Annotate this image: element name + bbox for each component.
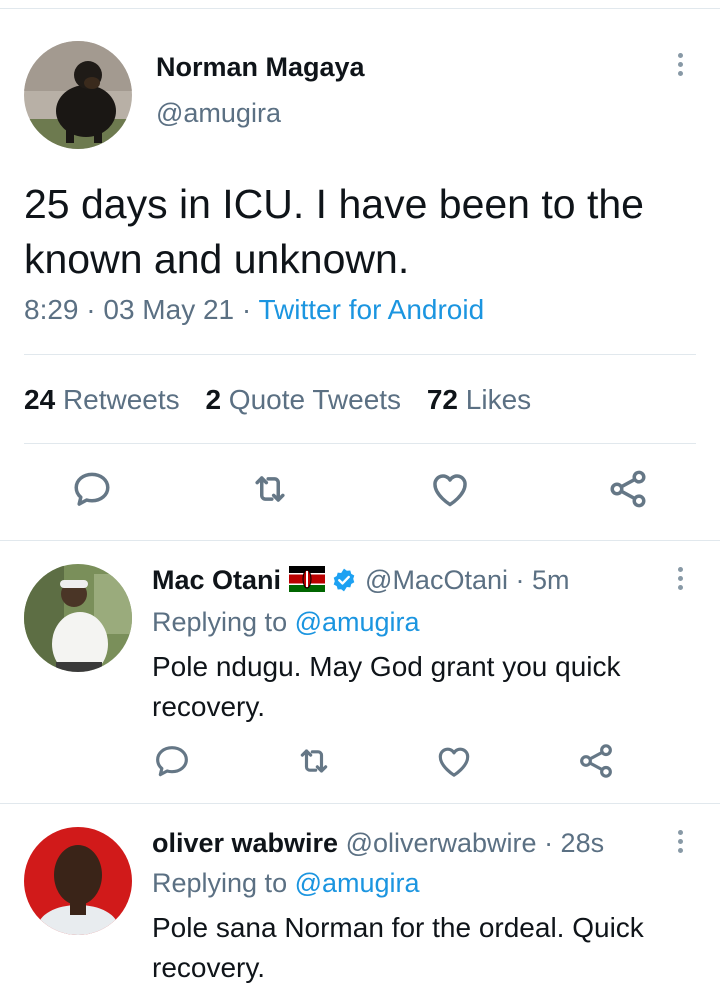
tweet-stats: 24 Retweets 2 Quote Tweets 72 Likes (24, 383, 549, 417)
reply-tweet[interactable]: oliver wabwire @oliverwabwire · 28s Repl… (0, 804, 720, 1008)
author-handle[interactable]: @amugira (156, 97, 281, 129)
quotes-count: 2 (205, 384, 222, 415)
reply-author-handle[interactable]: @MacOtani (365, 565, 508, 595)
reply-header: Mac Otani @MacOtani · 5m (152, 563, 570, 597)
retweets-stat[interactable]: 24 Retweets (24, 384, 180, 415)
main-tweet: Norman Magaya @amugira 25 days in ICU. I… (0, 9, 720, 539)
share-icon[interactable] (576, 741, 616, 781)
reply-text: Pole sana Norman for the ordeal. Quick r… (152, 912, 644, 983)
tweet-actions (0, 467, 720, 513)
reply-text: Pole ndugu. May God grant you quick reco… (152, 651, 621, 722)
quotes-stat[interactable]: 2 Quote Tweets (205, 384, 401, 415)
replying-to-link[interactable]: @amugira (295, 868, 420, 898)
kenya-flag-icon (289, 566, 326, 592)
divider (24, 354, 696, 355)
tweet-meta: 8:29 · 03 May 21 · Twitter for Android (24, 293, 484, 327)
replying-prefix: Replying to (152, 868, 295, 898)
reply-actions (0, 741, 720, 787)
reply-age: · 5m (507, 565, 570, 595)
reply-icon[interactable] (152, 741, 192, 781)
replying-to-link[interactable]: @amugira (295, 607, 420, 637)
tweet-text: 25 days in ICU. I have been to the known… (24, 181, 644, 282)
quotes-label: Quote Tweets (228, 384, 402, 415)
author-name[interactable]: Norman Magaya (156, 51, 365, 83)
verified-icon (331, 567, 357, 593)
retweets-label: Retweets (62, 384, 180, 415)
more-icon[interactable] (674, 567, 686, 597)
retweets-count: 24 (24, 384, 56, 415)
reply-tweet[interactable]: Mac Otani @MacOtani · 5m Replying to @amu… (0, 541, 720, 803)
likes-stat[interactable]: 72 Likes (427, 384, 531, 415)
reply-author-name[interactable]: oliver wabwire (152, 828, 338, 858)
retweet-icon[interactable] (294, 741, 334, 781)
replying-prefix: Replying to (152, 607, 295, 637)
share-icon[interactable] (606, 467, 650, 511)
man-avatar-image (24, 564, 132, 672)
reply-age: · 28s (536, 828, 605, 858)
tweet-source-link[interactable]: Twitter for Android (259, 294, 485, 325)
divider (24, 443, 696, 444)
like-icon[interactable] (434, 741, 474, 781)
more-icon[interactable] (674, 53, 686, 83)
reply-header: oliver wabwire @oliverwabwire · 28s (152, 826, 604, 860)
likes-label: Likes (465, 384, 532, 415)
reply-author-avatar[interactable] (24, 564, 132, 672)
dog-avatar-image (24, 41, 132, 149)
reply-icon[interactable] (70, 467, 114, 511)
more-icon[interactable] (674, 830, 686, 860)
replying-to-line: Replying to @amugira (152, 605, 420, 639)
man-avatar-image (24, 827, 132, 935)
tweet-time: 8:29 · 03 May 21 · (24, 294, 259, 325)
replying-to-line: Replying to @amugira (152, 866, 420, 900)
reply-author-handle[interactable]: @oliverwabwire (346, 828, 537, 858)
likes-count: 72 (426, 384, 458, 415)
reply-author-name[interactable]: Mac Otani (152, 565, 281, 595)
retweet-icon[interactable] (248, 467, 292, 511)
like-icon[interactable] (428, 467, 472, 511)
reply-author-avatar[interactable] (24, 827, 132, 935)
author-avatar[interactable] (24, 41, 132, 149)
